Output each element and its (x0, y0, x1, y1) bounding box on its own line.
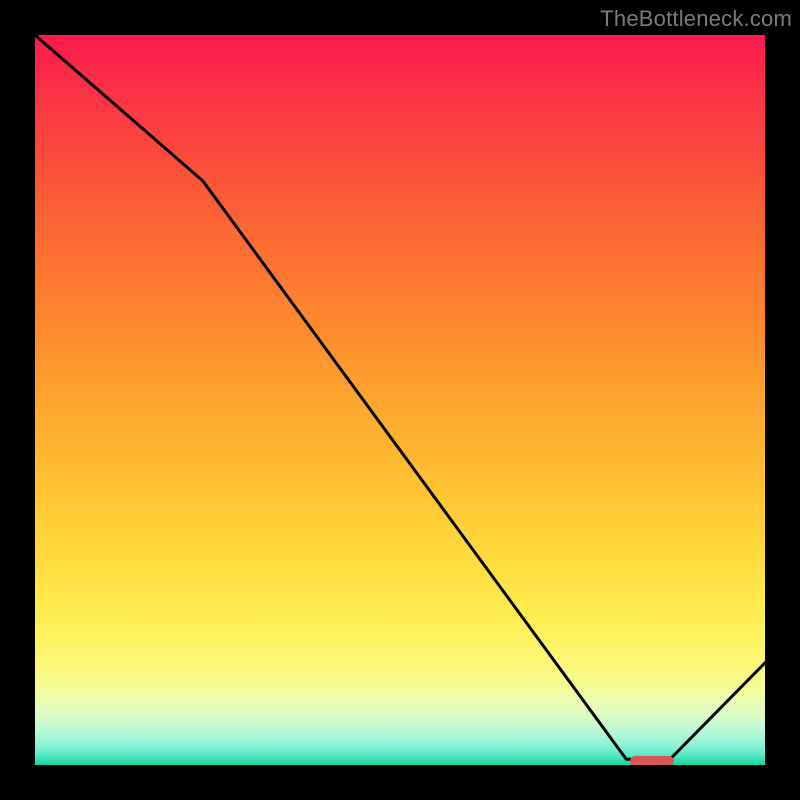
bottleneck-line (35, 35, 765, 765)
watermark-text: TheBottleneck.com (600, 6, 792, 32)
optimal-range-marker (630, 756, 674, 765)
plot-area (35, 35, 765, 765)
